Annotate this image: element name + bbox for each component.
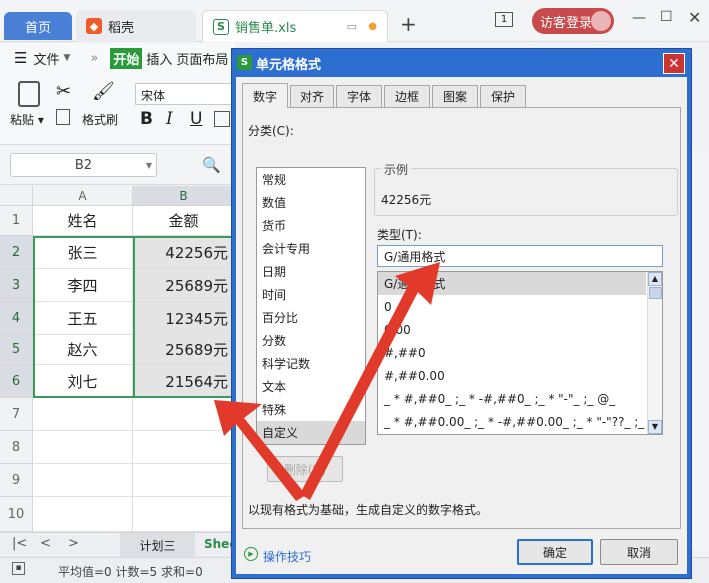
annotation-arrows xyxy=(214,262,440,501)
arrow-right-icon xyxy=(300,262,440,500)
arrow-left-icon xyxy=(214,400,306,501)
dialog-tab[interactable]: 数字 xyxy=(242,83,288,108)
